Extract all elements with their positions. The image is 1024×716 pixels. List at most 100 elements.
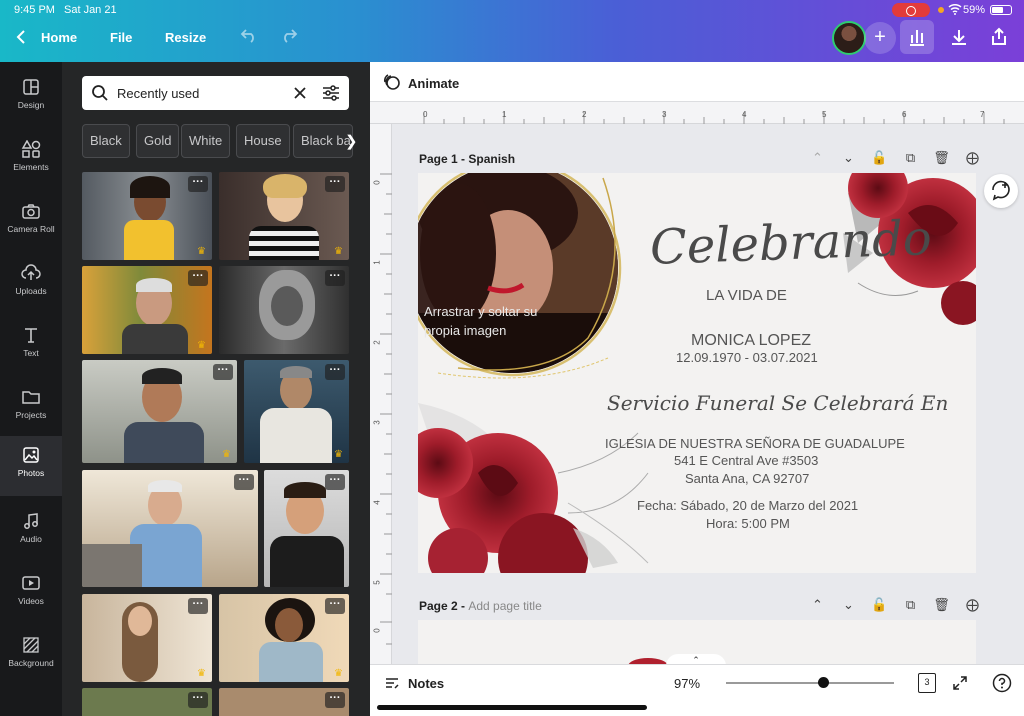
undo-icon[interactable] [240,27,258,48]
filter-sliders-icon[interactable] [322,85,340,101]
photo-thumbnail[interactable]: ··· ♛ [219,594,349,682]
delete-page-icon[interactable]: 🗑 [926,150,957,166]
share-icon[interactable] [990,27,1008,51]
photos-panel: Recently used Black Gold White House Bla… [62,62,370,716]
add-page-icon[interactable]: ⨁ [957,597,988,613]
notes-button[interactable]: Notes [408,676,444,691]
service-date-text[interactable]: Fecha: Sábado, 20 de Marzo del 2021 [637,498,858,513]
photo-thumbnail[interactable]: ··· [219,688,349,716]
dates-text[interactable]: 12.09.1970 - 03.07.2021 [676,350,818,365]
zoom-level[interactable]: 97% [674,676,700,691]
rail-item-uploads[interactable]: Uploads [0,254,62,310]
zoom-slider-track[interactable] [726,682,894,684]
user-avatar[interactable] [832,21,866,55]
more-options-icon[interactable]: ··· [188,598,208,614]
lock-page-icon[interactable]: 🔓 [864,150,895,166]
photo-thumbnail[interactable]: ··· ♛ [82,266,212,354]
premium-crown-icon: ♛ [334,449,343,460]
more-options-icon[interactable]: ··· [188,692,208,708]
service-heading[interactable]: Servicio Funeral Se Celebrará En [607,391,948,415]
zoom-slider-knob[interactable] [818,677,830,688]
photo-thumbnail[interactable]: ··· ♛ [82,360,237,463]
move-page-down-icon[interactable]: ⌄ [833,150,864,166]
page-1-title[interactable]: Page 1 - Spanish [419,152,515,166]
insights-button[interactable] [900,20,934,54]
more-options-icon[interactable]: ··· [325,692,345,708]
more-options-icon[interactable]: ··· [188,270,208,286]
animate-button[interactable]: Animate [408,76,459,91]
more-options-icon[interactable]: ··· [325,270,345,286]
background-icon [23,637,39,653]
move-page-up-icon[interactable]: ⌃ [802,597,833,613]
photo-thumbnail[interactable]: ··· [264,470,349,587]
lock-page-icon[interactable]: 🔓 [864,597,895,613]
text-icon [25,328,37,343]
file-menu-button[interactable]: File [110,30,132,45]
notes-icon[interactable] [384,675,400,691]
rail-item-text[interactable]: Text [0,316,62,372]
rail-item-background[interactable]: Background [0,626,62,682]
celebrando-heading[interactable]: Celebrando [649,210,933,276]
more-options-icon[interactable]: ··· [188,176,208,192]
photo-thumbnail[interactable]: ··· ♛ [219,172,349,260]
photo-thumbnail[interactable]: ··· ♛ [244,360,349,463]
resize-button[interactable]: Resize [165,30,206,45]
address-line-1-text[interactable]: 541 E Central Ave #3503 [674,453,818,468]
chip-gold[interactable]: Gold [136,124,180,158]
more-options-icon[interactable]: ··· [325,176,345,192]
page-grid-button[interactable]: 3 [918,673,936,693]
photo-thumbnail[interactable]: ··· [82,470,258,587]
duplicate-page-icon[interactable]: ⧉ [895,597,926,613]
photo-thumbnail[interactable]: ··· ♛ [82,172,212,260]
page-2-title[interactable]: Page 2 - Add page title [419,599,542,613]
service-time-text[interactable]: Hora: 5:00 PM [706,516,790,531]
chip-white[interactable]: White [181,124,231,158]
move-page-up-icon[interactable]: ⌃ [802,150,833,166]
design-page-1[interactable]: Arrastrar y soltar su propia imagen Cele… [418,173,976,573]
rail-item-photos[interactable]: Photos [0,436,62,496]
download-icon[interactable] [950,28,968,51]
chip-black-background[interactable]: Black ba [293,124,353,158]
add-collaborator-button[interactable]: + [864,22,896,54]
more-options-icon[interactable]: ··· [325,364,345,380]
search-input[interactable]: Recently used [117,86,199,101]
help-icon[interactable] [992,673,1012,693]
more-options-icon[interactable]: ··· [325,474,345,490]
chips-next-chevron-icon[interactable]: ❯ [345,132,358,150]
rail-item-audio[interactable]: Audio [0,502,62,558]
photo-thumbnail[interactable]: ··· [82,688,212,716]
search-box[interactable]: Recently used [82,76,349,110]
church-name-text[interactable]: IGLESIA DE NUESTRA SEÑORA DE GUADALUPE [605,436,905,451]
fullscreen-icon[interactable] [952,675,968,691]
add-page-icon[interactable]: ⨁ [957,150,988,166]
more-options-icon[interactable]: ··· [213,364,233,380]
rose-decoration-bottom-left [418,403,649,573]
rail-item-videos[interactable]: Videos [0,564,62,620]
wifi-icon [948,3,962,18]
add-comment-button[interactable] [984,174,1018,208]
duplicate-page-icon[interactable]: ⧉ [895,150,926,166]
redo-icon[interactable] [280,27,298,48]
rail-item-elements[interactable]: Elements [0,130,62,186]
chip-black[interactable]: Black [82,124,130,158]
delete-page-icon[interactable]: 🗑 [926,597,957,613]
horizontal-ruler: 0 1 2 3 4 5 6 7 [370,102,1024,124]
rail-item-design[interactable]: Design [0,68,62,124]
photo-thumbnail[interactable]: ··· ♛ [82,594,212,682]
chip-house[interactable]: House [236,124,290,158]
more-options-icon[interactable]: ··· [234,474,254,490]
back-chevron-icon[interactable] [16,29,26,50]
animate-icon[interactable] [383,73,401,91]
rail-item-projects[interactable]: Projects [0,378,62,434]
rail-item-camera-roll[interactable]: Camera Roll [0,192,62,248]
more-options-icon[interactable]: ··· [325,598,345,614]
page-2-controls: ⌃ ⌄ 🔓 ⧉ 🗑 ⨁ [802,597,988,613]
address-line-2-text[interactable]: Santa Ana, CA 92707 [685,471,809,486]
photo-thumbnail[interactable]: ··· [219,266,349,354]
move-page-down-icon[interactable]: ⌄ [833,597,864,613]
la-vida-de-text[interactable]: LA VIDA DE [706,287,787,304]
deceased-name-text[interactable]: MONICA LOPEZ [691,332,811,350]
clear-search-icon[interactable] [293,86,307,100]
premium-crown-icon: ♛ [197,246,206,257]
home-button[interactable]: Home [41,30,77,45]
